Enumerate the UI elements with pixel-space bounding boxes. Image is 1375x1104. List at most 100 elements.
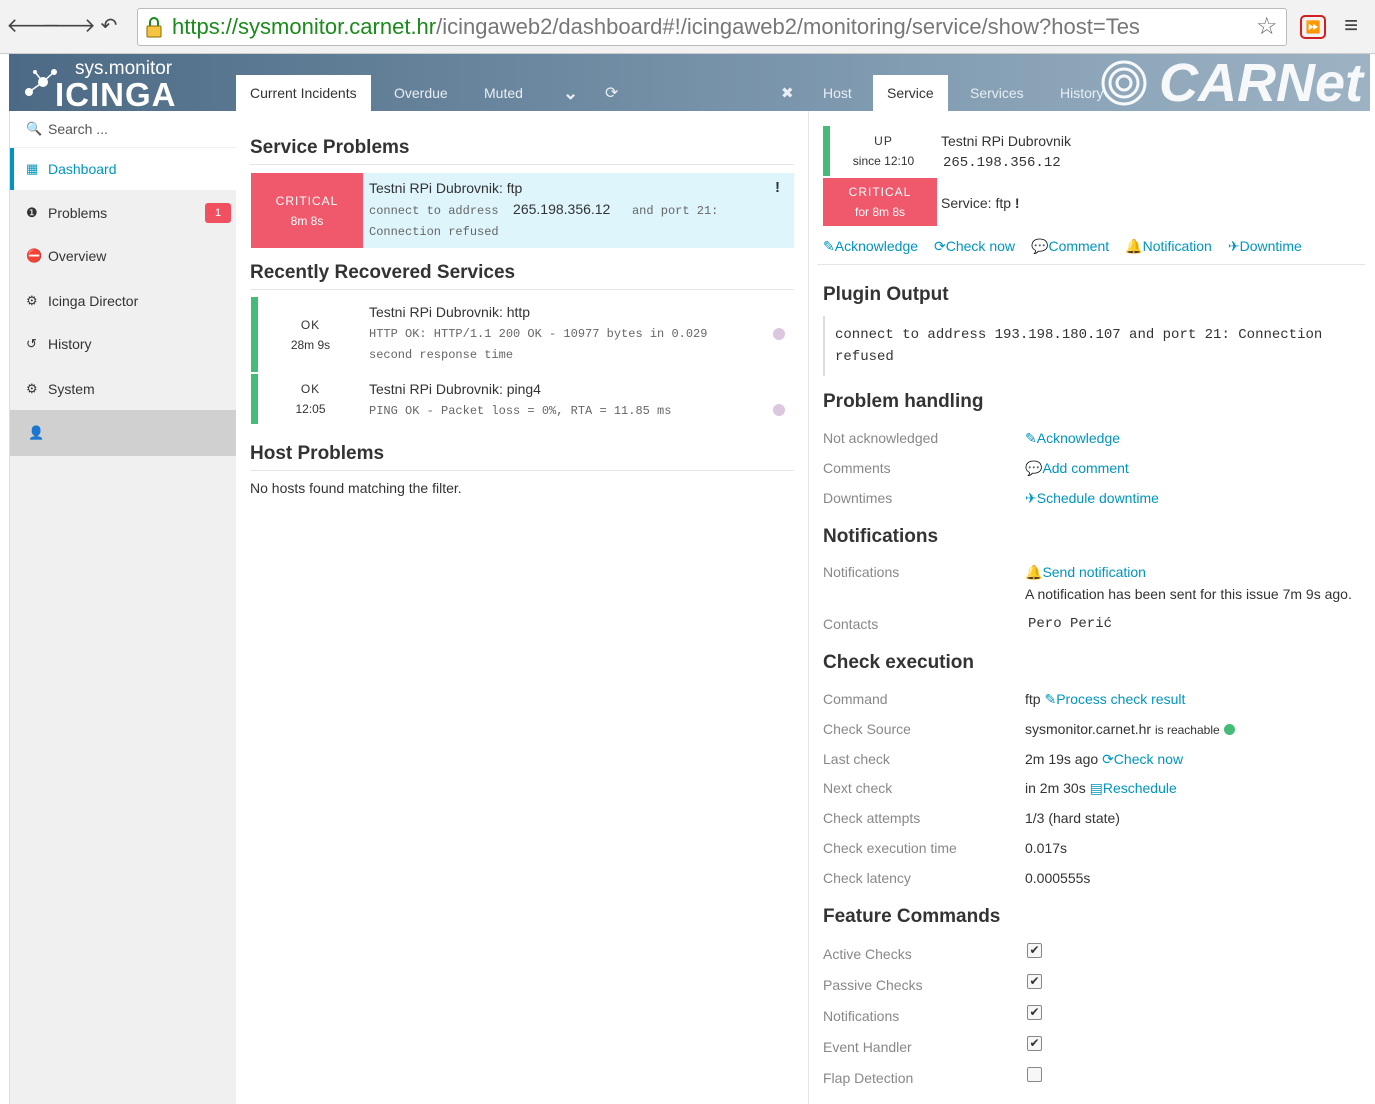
alert-icon: ❶ [26, 205, 38, 220]
tab-muted[interactable]: Muted [470, 75, 537, 111]
browser-menu-icon[interactable]: ≡ [1344, 12, 1358, 40]
plugin-output-text: connect to address 193.198.180.107 and p… [823, 316, 1353, 376]
recovered-service-output: PING OK - Packet loss = 0%, RTA = 11.85 … [369, 404, 672, 418]
host-name[interactable]: Testni RPi Dubrovnik [941, 133, 1071, 149]
divider [250, 470, 794, 471]
sidebar-item-label: Icinga Director [48, 293, 139, 309]
last-check-label: Last check [823, 751, 890, 767]
comment-button[interactable]: 💬Comment [1031, 238, 1109, 255]
recovered-service-title[interactable]: Testni RPi Dubrovnik: ping4 [369, 381, 541, 397]
check-execution-title: Check execution [823, 652, 974, 673]
process-check-result-link[interactable]: ✎Process check result [1044, 691, 1185, 707]
sidebar-item-problems[interactable]: ❶ Problems 1 [10, 192, 237, 234]
sidebar-item-history[interactable]: ↺ History [10, 323, 237, 365]
search-icon: 🔍 [26, 121, 43, 136]
refresh-icon: ⟳ [934, 238, 946, 254]
passive-checks-checkbox[interactable]: ✔ [1027, 974, 1042, 989]
active-checks-checkbox[interactable]: ✔ [1027, 943, 1042, 958]
close-icon[interactable]: ✖ [767, 75, 808, 111]
notifications-label: Notifications [823, 564, 900, 580]
edit-icon: ✎ [1025, 430, 1037, 446]
sidebar-item-label: Dashboard [48, 161, 117, 177]
service-problems-title: Service Problems [250, 137, 410, 158]
sidebar-item-label: Problems [48, 205, 108, 221]
grid-icon: ▦ [26, 161, 39, 176]
carnet-logo: CARNet [1089, 53, 1370, 113]
check-now-link[interactable]: ⟳Check now [1102, 751, 1183, 767]
unhandled-flag-icon: ! [775, 179, 780, 196]
unhandled-flag-icon: ! [1014, 195, 1020, 211]
service-state-box: CRITICAL for 8m 8s [823, 178, 937, 226]
history-icon: ↺ [26, 336, 37, 351]
check-now-button[interactable]: ⟳Check now [934, 238, 1015, 255]
sidebar-item-dashboard[interactable]: ▦ Dashboard [10, 148, 237, 190]
check-source-label: Check Source [823, 721, 911, 737]
notifications-checkbox[interactable]: ✔ [1027, 1005, 1042, 1020]
sidebar-item-user[interactable]: 👤 [10, 410, 237, 456]
host-state-label: UP [874, 134, 893, 148]
reload-icon[interactable]: ↶ [96, 12, 122, 38]
feature-label: Notifications [823, 1008, 900, 1024]
recovered-services-title: Recently Recovered Services [250, 262, 516, 283]
notification-button[interactable]: 🔔Notification [1125, 238, 1212, 255]
comment-icon: 💬 [1025, 460, 1043, 476]
ok-state-box: OK 12:05 [251, 374, 363, 424]
chevron-down-icon[interactable]: ⌄ [549, 75, 592, 111]
edit-icon: ✎ [1044, 691, 1057, 707]
recovered-service-title[interactable]: Testni RPi Dubrovnik: http [369, 304, 530, 320]
state-label: CRITICAL [275, 193, 339, 208]
ok-state-box: OK 28m 9s [251, 297, 363, 372]
bookmark-star-icon[interactable]: ☆ [1256, 12, 1278, 41]
sidebar-item-label: Overview [48, 248, 107, 264]
service-name: Service: ftp ! [941, 195, 1020, 211]
sidebar: 🔍 Search ... ▦ Dashboard ❶ Problems 1 ⛔ … [9, 111, 237, 1104]
gear-icon: ⚙ [26, 381, 38, 396]
tab-host[interactable]: Host [809, 75, 866, 111]
service-problem-title[interactable]: Testni RPi Dubrovnik: ftp [369, 180, 522, 196]
reschedule-link[interactable]: ▤Reschedule [1090, 780, 1177, 796]
plugin-output-title: Plugin Output [823, 284, 949, 305]
sidebar-item-icinga-director[interactable]: ⚙ Icinga Director [10, 280, 237, 322]
latency-value: 0.000555s [1025, 870, 1091, 886]
downtime-button[interactable]: ✈Downtime [1228, 238, 1302, 255]
sidebar-item-overview[interactable]: ⛔ Overview [10, 235, 237, 277]
sidebar-item-label: History [48, 336, 92, 352]
service-state-label: CRITICAL [848, 185, 912, 199]
host-state-box: UP since 12:10 [823, 126, 937, 176]
state-label: OK [300, 382, 321, 396]
icinga-logo[interactable]: sys.monitor ICINGA [19, 58, 239, 113]
feature-label: Flap Detection [823, 1070, 914, 1086]
sidebar-item-label: System [48, 381, 95, 397]
sidebar-item-system[interactable]: ⚙ System [10, 368, 237, 410]
event-handler-checkbox[interactable]: ✔ [1027, 1036, 1042, 1051]
send-notification-link[interactable]: 🔔Send notification [1025, 564, 1146, 581]
address-bar[interactable]: https://sysmonitor.carnet.hr/icingaweb2/… [137, 8, 1287, 46]
refresh-icon[interactable]: ⟳ [591, 75, 632, 111]
tab-overdue[interactable]: Overdue [380, 75, 462, 111]
tab-current-incidents[interactable]: Current Incidents [236, 75, 371, 111]
add-comment-link[interactable]: 💬Add comment [1025, 460, 1129, 477]
exec-time-value: 0.017s [1025, 840, 1068, 856]
acknowledge-link[interactable]: ✎Acknowledge [1025, 430, 1120, 447]
check-attempts-label: Check attempts [823, 810, 921, 826]
app-header: sys.monitor ICINGA Current Incidents Ove… [9, 53, 1370, 113]
extension-icon[interactable]: ⏩ [1300, 15, 1326, 39]
plug-icon: ✈ [1025, 490, 1037, 506]
search-input[interactable]: 🔍 Search ... [10, 111, 237, 147]
action-bar: ✎Acknowledge ⟳Check now 💬Comment 🔔Notifi… [823, 238, 1302, 255]
recovered-service-output: HTTP OK: HTTP/1.1 200 OK - 10977 bytes i… [369, 327, 708, 362]
forward-icon[interactable]: 🡒 [42, 12, 96, 38]
schedule-downtime-link[interactable]: ✈Schedule downtime [1025, 490, 1159, 507]
divider [250, 289, 794, 290]
check-attempts-value: 1/3 (hard state) [1025, 810, 1120, 826]
acknowledge-button[interactable]: ✎Acknowledge [823, 238, 918, 255]
edit-icon: ✎ [823, 238, 835, 254]
divider [817, 264, 1365, 265]
plug-icon: ✈ [1227, 238, 1240, 254]
tab-services[interactable]: Services [956, 75, 1038, 111]
service-detail-panel: UP since 12:10 Testni RPi Dubrovnik 265.… [808, 111, 1370, 1104]
flap-detection-checkbox[interactable] [1027, 1067, 1042, 1082]
contacts-value[interactable]: Pero Perić [1028, 616, 1112, 632]
url-scheme: https:// [172, 14, 239, 39]
tab-service[interactable]: Service [873, 75, 948, 111]
